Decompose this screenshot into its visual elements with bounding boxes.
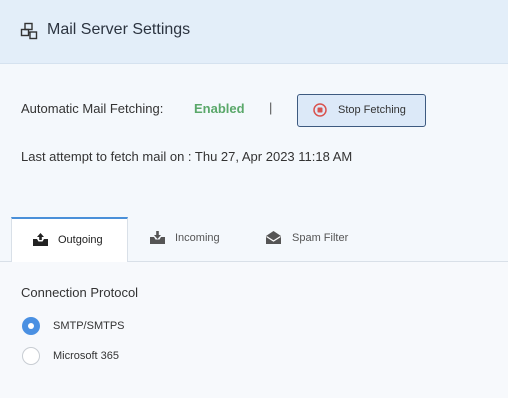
tab-incoming-label: Incoming	[175, 232, 220, 244]
smtp-radio[interactable]	[22, 317, 40, 335]
stop-fetching-button[interactable]: Stop Fetching	[297, 94, 426, 127]
separator: |	[269, 100, 273, 115]
tab-spam-filter[interactable]: Spam Filter	[255, 217, 365, 262]
spam-envelope-icon	[266, 231, 281, 244]
tab-outgoing-label: Outgoing	[58, 234, 103, 246]
fetching-status-badge: Enabled	[194, 101, 245, 116]
tab-spam-filter-label: Spam Filter	[292, 232, 349, 244]
fetching-label: Automatic Mail Fetching:	[21, 101, 164, 116]
microsoft365-radio[interactable]	[22, 347, 40, 365]
stop-fetching-label: Stop Fetching	[338, 104, 406, 116]
outbox-tray-icon	[33, 233, 48, 246]
page-title: Mail Server Settings	[47, 21, 191, 38]
microsoft365-radio-label[interactable]: Microsoft 365	[53, 350, 119, 362]
server-settings-icon	[20, 22, 38, 40]
inbox-tray-icon	[150, 231, 165, 244]
tab-incoming[interactable]: Incoming	[138, 217, 238, 262]
smtp-radio-label[interactable]: SMTP/SMTPS	[53, 320, 125, 332]
page-header: Mail Server Settings	[0, 0, 508, 64]
connection-protocol-title: Connection Protocol	[21, 285, 139, 300]
stop-circle-icon	[313, 103, 327, 117]
tab-outgoing[interactable]: Outgoing	[11, 217, 128, 262]
last-attempt-text: Last attempt to fetch mail on : Thu 27, …	[21, 149, 353, 164]
